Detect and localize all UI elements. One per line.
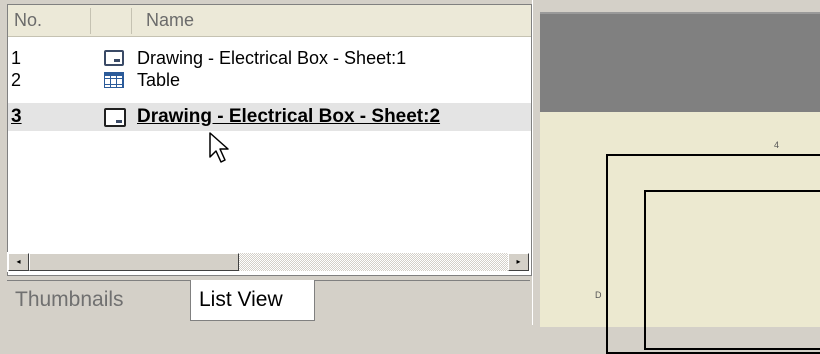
drawing-canvas[interactable]: 4 D [540,12,820,354]
list-item[interactable]: 1 Drawing - Electrical Box - Sheet:1 [8,47,531,69]
column-header-icon[interactable] [91,5,131,36]
drawing-icon [104,50,124,66]
title-frame [644,190,820,350]
scroll-left-button[interactable]: ◂ [8,253,29,271]
horizontal-scrollbar[interactable]: ◂ ▸ [7,252,530,272]
drawing-sheet: 4 D [540,112,820,354]
column-header-no[interactable]: No. [8,5,90,36]
sheet-list: No. Name 1 Drawing - Electrical Box - Sh… [7,4,532,276]
table-icon [104,72,124,88]
list-item[interactable]: 2 Table [8,69,531,91]
view-tabs: Thumbnails List View [7,280,530,325]
zone-label-top: 4 [774,140,780,150]
item-number: 1 [11,48,22,68]
tab-thumbnails[interactable]: Thumbnails [7,280,132,320]
item-name: Drawing - Electrical Box - Sheet:2 [137,106,441,127]
item-name: Table [137,70,181,90]
list-header: No. Name [8,5,531,37]
panel-splitter[interactable] [532,0,540,325]
drawing-icon [104,108,126,127]
list-item-selected[interactable]: 3 Drawing - Electrical Box - Sheet:2 [8,103,531,131]
sheet-list-panel: No. Name 1 Drawing - Electrical Box - Sh… [0,0,532,325]
scroll-right-button[interactable]: ▸ [508,253,529,271]
zone-label-left: D [595,290,602,300]
item-number: 2 [11,70,22,90]
item-name: Drawing - Electrical Box - Sheet:1 [137,48,407,68]
item-number: 3 [11,106,22,127]
tab-list-view[interactable]: List View [190,280,315,321]
mouse-pointer-icon [209,132,229,163]
arrow-right-icon: ▸ [516,257,521,266]
arrow-left-icon: ◂ [16,257,21,266]
scrollbar-thumb[interactable] [29,253,239,271]
column-header-name[interactable]: Name [132,5,531,36]
